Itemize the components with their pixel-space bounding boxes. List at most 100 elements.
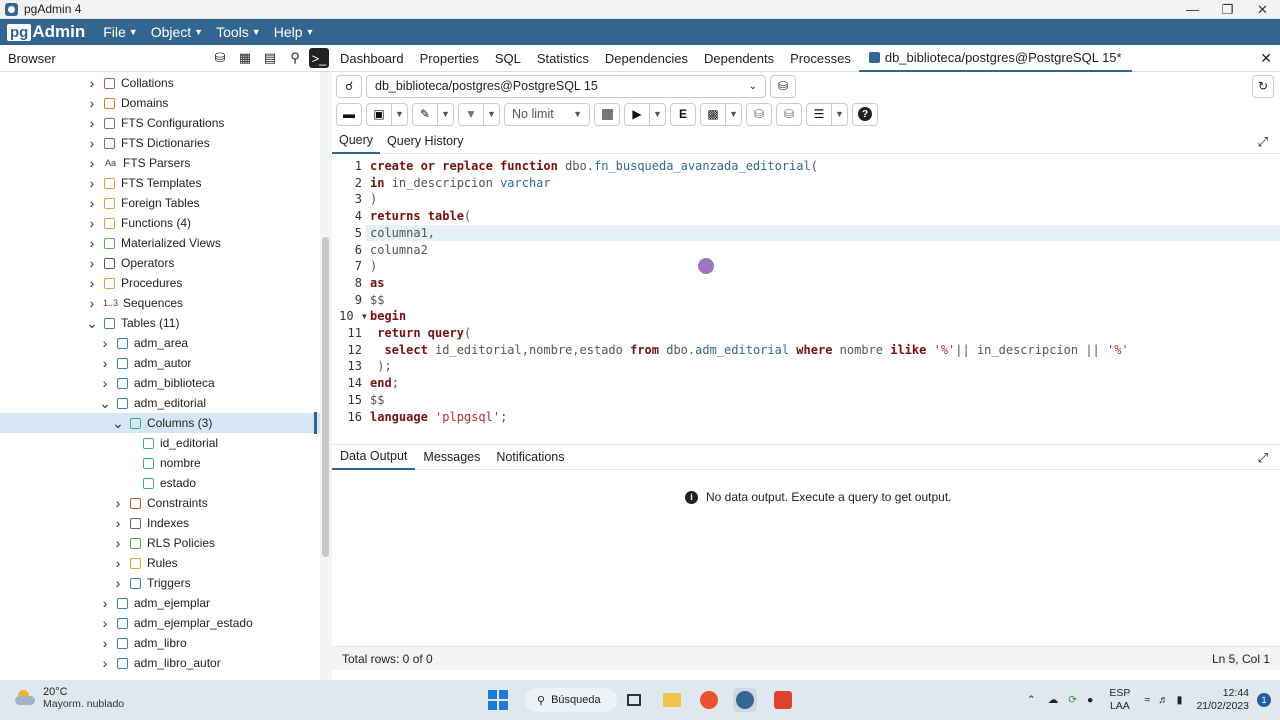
chevron-right-icon[interactable]: › — [86, 195, 98, 211]
execute-button[interactable]: ▶ ▼ — [624, 102, 666, 126]
search-icon[interactable]: ⚲ — [284, 48, 306, 68]
close-tab-icon[interactable]: ✕ — [1260, 50, 1272, 67]
microphone-icon[interactable]: ● — [1087, 694, 1093, 706]
refresh-icon[interactable]: ↻ — [1252, 74, 1274, 98]
chevron-right-icon[interactable]: › — [99, 655, 111, 671]
firefox-icon[interactable] — [697, 688, 721, 712]
chevron-right-icon[interactable]: › — [86, 295, 98, 311]
chevron-right-icon[interactable]: › — [86, 275, 98, 291]
tree-item[interactable]: › adm_area — [0, 333, 320, 353]
windows-start-icon[interactable] — [486, 688, 510, 712]
save-button[interactable]: ▣ ▼ — [366, 102, 408, 126]
chevron-down-icon[interactable]: ⌄ — [99, 395, 111, 412]
explain-button[interactable]: E — [670, 102, 696, 126]
code-line[interactable]: $$ — [370, 393, 384, 407]
chevron-right-icon[interactable]: › — [99, 595, 111, 611]
tree-item[interactable]: › 1..3 Sequences — [0, 293, 320, 313]
menu-file[interactable]: File ▼ — [103, 24, 137, 40]
tab-query-tool[interactable]: db_biblioteca/postgres@PostgreSQL 15* — [858, 45, 1132, 72]
chevron-right-icon[interactable]: › — [112, 575, 124, 591]
code-line[interactable]: language 'plpgsql'; — [370, 410, 507, 424]
tab-statistics[interactable]: Statistics — [529, 45, 597, 72]
tree-item[interactable]: estado — [0, 473, 320, 493]
taskbar-search[interactable]: ⚲ Búsqueda — [525, 688, 617, 712]
chevron-down-icon[interactable]: ⌄ — [112, 415, 124, 432]
code-line[interactable]: as — [370, 276, 384, 290]
tree-item[interactable]: › adm_ejemplar_estado — [0, 613, 320, 633]
chevron-right-icon[interactable]: › — [86, 215, 98, 231]
tab-notifications[interactable]: Notifications — [488, 444, 572, 470]
chevron-right-icon[interactable]: › — [99, 375, 111, 391]
chevron-right-icon[interactable]: › — [86, 95, 98, 111]
edit-button[interactable]: ✎ ▼ — [412, 102, 454, 126]
tab-properties[interactable]: Properties — [412, 45, 487, 72]
tree-item[interactable]: › Rules — [0, 553, 320, 573]
commit-button[interactable]: ⛁ — [746, 102, 772, 126]
menu-tools[interactable]: Tools ▼ — [216, 24, 261, 40]
chevron-right-icon[interactable]: › — [99, 335, 111, 351]
tree-scrollbar[interactable] — [320, 72, 332, 680]
tree-item[interactable]: › adm_libro — [0, 633, 320, 653]
chevron-right-icon[interactable]: › — [86, 135, 98, 151]
pgadmin-taskbar-icon[interactable] — [733, 688, 757, 712]
tab-dependents[interactable]: Dependents — [696, 45, 782, 72]
tab-processes[interactable]: Processes — [782, 45, 859, 72]
tree-item[interactable]: › Functions (4) — [0, 213, 320, 233]
chevron-right-icon[interactable]: › — [99, 355, 111, 371]
code-line[interactable]: ); — [370, 359, 391, 373]
tree-item[interactable]: › FTS Dictionaries — [0, 133, 320, 153]
volume-icon[interactable]: ♬ — [1158, 694, 1169, 706]
tab-dependencies[interactable]: Dependencies — [597, 45, 696, 72]
tab-sql[interactable]: SQL — [487, 45, 529, 72]
chevron-down-icon[interactable]: ⌄ — [86, 315, 98, 332]
tree-item[interactable]: › FTS Configurations — [0, 113, 320, 133]
sync-icon[interactable]: ⟳ — [1068, 694, 1077, 706]
limit-select[interactable]: No limit ▼ — [504, 102, 590, 126]
menu-help[interactable]: Help ▼ — [274, 24, 315, 40]
code-line[interactable]: return query( — [370, 326, 471, 340]
tab-query[interactable]: Query — [332, 128, 381, 154]
chevron-right-icon[interactable]: › — [86, 255, 98, 271]
tree-item[interactable]: ⌄ Columns (3) — [0, 413, 320, 433]
tree-item[interactable]: ⌄ adm_editorial — [0, 393, 320, 413]
chevron-right-icon[interactable]: › — [86, 155, 98, 171]
app-icon[interactable] — [771, 688, 795, 712]
tree-item[interactable]: › adm_autor — [0, 353, 320, 373]
tree-item[interactable]: › Triggers — [0, 573, 320, 593]
maximize-button[interactable]: ❐ — [1210, 0, 1245, 19]
tree-item[interactable]: › RLS Policies — [0, 533, 320, 553]
chevron-right-icon[interactable]: › — [86, 115, 98, 131]
tree-item[interactable]: › Foreign Tables — [0, 193, 320, 213]
tree-item[interactable]: › Indexes — [0, 513, 320, 533]
psql-terminal-icon[interactable]: >_ — [309, 48, 329, 68]
tree-item[interactable]: › Procedures — [0, 273, 320, 293]
chevron-right-icon[interactable]: › — [99, 615, 111, 631]
chevron-right-icon[interactable]: › — [86, 75, 98, 91]
tree-item[interactable]: › Aa FTS Parsers — [0, 153, 320, 173]
chevron-right-icon[interactable]: › — [99, 635, 111, 651]
tree-item[interactable]: › adm_ejemplar — [0, 593, 320, 613]
chevron-right-icon[interactable]: › — [112, 555, 124, 571]
help-button[interactable]: ? — [852, 102, 878, 126]
open-file-button[interactable]: ▬ — [336, 102, 362, 126]
expand-results-icon[interactable]: ⤢ — [1258, 450, 1268, 466]
rollback-button[interactable]: ⛁ — [776, 102, 802, 126]
explain-analyze-button[interactable]: ▩ ▼ — [700, 102, 742, 126]
clock[interactable]: 12:44 21/02/2023 — [1196, 687, 1249, 713]
tree-item[interactable]: › Operators — [0, 253, 320, 273]
tree-item[interactable]: › Constraints — [0, 493, 320, 513]
connection-select[interactable]: db_biblioteca/postgres@PostgreSQL 15 ⌄ — [366, 74, 766, 98]
wifi-icon[interactable]: ≈ — [1144, 694, 1150, 706]
code-line[interactable]: begin — [370, 309, 406, 323]
tree-item[interactable]: › adm_libro_autor — [0, 653, 320, 673]
close-window-button[interactable]: ✕ — [1245, 0, 1280, 19]
stop-button[interactable] — [594, 102, 620, 126]
code-line[interactable]: columna2 — [370, 243, 428, 257]
scrollbar-thumb[interactable] — [322, 237, 329, 557]
code-line[interactable]: in in_descripcion varchar — [370, 176, 551, 190]
tab-data-output[interactable]: Data Output — [332, 444, 416, 470]
minimize-button[interactable]: — — [1175, 0, 1210, 19]
chevron-right-icon[interactable]: › — [112, 515, 124, 531]
tree-item[interactable]: › Collations — [0, 73, 320, 93]
new-connection-icon[interactable]: ⛁ — [770, 74, 796, 98]
